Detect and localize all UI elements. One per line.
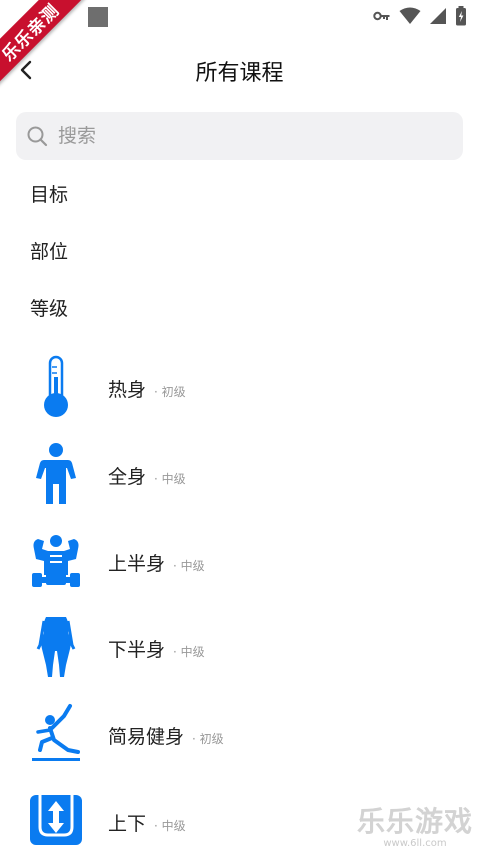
thermometer-icon: [44, 355, 68, 417]
signal-icon: [430, 8, 446, 24]
course-item-upper-body[interactable]: 上半身 · 中级: [0, 517, 479, 604]
course-level: · 初级: [154, 385, 186, 399]
course-list: 热身 · 初级 全身 · 中级 上半身 · 中级 下半身 · 中级 简易健身 ·…: [0, 343, 479, 864]
course-name: 下半身: [108, 639, 166, 662]
top-bar: 所有课程: [0, 44, 479, 96]
key-icon: [373, 11, 390, 21]
course-item-lower-body[interactable]: 下半身 · 中级: [0, 603, 479, 690]
search-icon: [27, 126, 48, 147]
course-name: 简易健身: [108, 726, 185, 749]
course-item-full-body[interactable]: 全身 · 中级: [0, 430, 479, 517]
page-title: 所有课程: [195, 61, 284, 86]
course-level: · 中级: [173, 645, 205, 660]
muscle-upper-body-icon: [32, 534, 80, 587]
course-name: 热身: [108, 379, 147, 401]
wifi-icon: [399, 7, 421, 24]
course-level: · 中级: [154, 818, 186, 833]
search-input[interactable]: [56, 124, 440, 148]
course-level: · 初级: [192, 732, 224, 747]
course-name: 全身: [108, 465, 147, 488]
course-item-easy-fitness[interactable]: 简易健身 · 初级: [0, 690, 479, 777]
filter-level[interactable]: 等级: [30, 294, 68, 321]
course-level: · 中级: [154, 471, 186, 486]
lower-body-icon: [36, 617, 76, 678]
watermark: 乐乐游戏 www.6ll.com: [357, 800, 473, 849]
course-level: · 中级: [173, 558, 205, 573]
course-name: 上下: [108, 812, 147, 835]
filter-goal[interactable]: 目标: [30, 180, 68, 207]
battery-icon: [456, 6, 466, 26]
stretch-icon: [32, 704, 80, 762]
person-icon: [36, 442, 76, 504]
search-bar[interactable]: [16, 112, 463, 160]
course-item-warmup[interactable]: 热身 · 初级: [0, 343, 479, 430]
watermark-title: 乐乐游戏: [356, 805, 473, 838]
course-name: 上半身: [108, 552, 166, 575]
notification-icon: [88, 7, 108, 27]
filter-body-part[interactable]: 部位: [30, 237, 68, 264]
status-icons: [373, 6, 467, 26]
up-down-arrow-icon: [30, 794, 82, 845]
